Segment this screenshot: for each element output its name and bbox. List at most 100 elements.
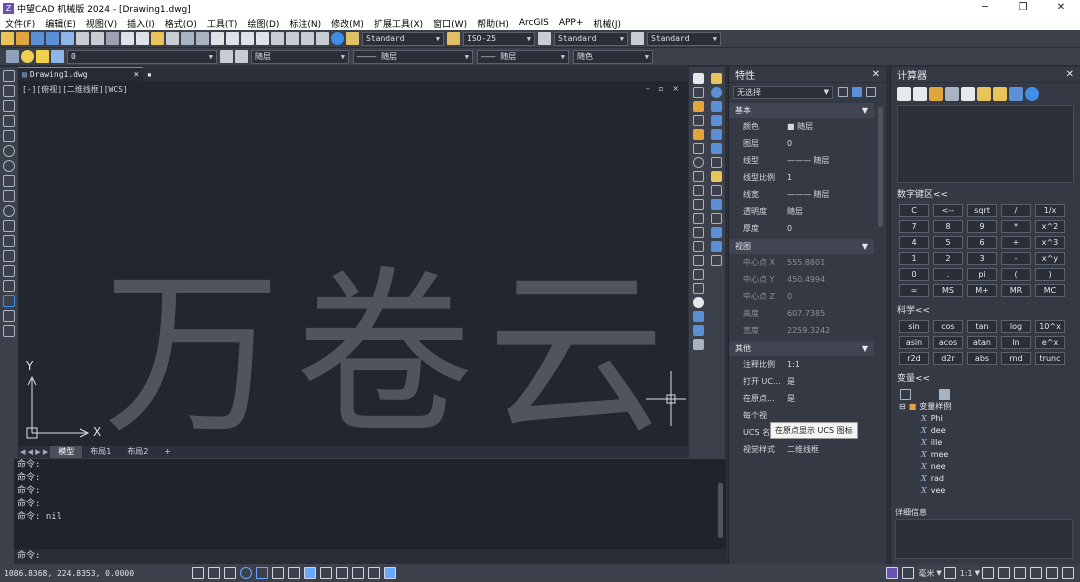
text-style-dropdown[interactable]: Standard ▼ bbox=[362, 31, 444, 46]
selection-cycling-icon[interactable] bbox=[368, 567, 380, 579]
isolate-objects-icon[interactable] bbox=[1014, 567, 1026, 579]
section-view[interactable]: 视图 ▼ bbox=[729, 239, 874, 254]
array-icon[interactable] bbox=[692, 129, 704, 140]
distance-icon[interactable] bbox=[977, 87, 991, 101]
scientific-key[interactable]: r2d bbox=[899, 352, 929, 365]
menu-draw[interactable]: 绘图(D) bbox=[242, 17, 284, 30]
variable-group[interactable]: ⊟ ■ 变量样例 bbox=[899, 400, 1072, 412]
transparency-icon[interactable] bbox=[336, 567, 348, 579]
numpad-key[interactable]: x^y bbox=[1035, 252, 1065, 265]
numpad-key[interactable]: = bbox=[899, 284, 929, 297]
new-variable-icon[interactable] bbox=[900, 388, 911, 400]
tool-palette-icon[interactable] bbox=[301, 32, 314, 45]
numpad-key[interactable]: 9 bbox=[967, 220, 997, 233]
edit-variable-icon[interactable] bbox=[913, 389, 924, 400]
numpad-key[interactable]: / bbox=[1001, 204, 1031, 217]
numpad-key[interactable]: 1 bbox=[899, 252, 929, 265]
multiline-text-icon[interactable] bbox=[3, 325, 15, 337]
menu-format[interactable]: 格式(O) bbox=[160, 17, 202, 30]
scientific-key[interactable]: asin bbox=[899, 336, 929, 349]
angle-icon[interactable] bbox=[993, 87, 1007, 101]
save-as-icon[interactable] bbox=[46, 32, 59, 45]
make-current-layer-icon[interactable] bbox=[235, 50, 248, 63]
add-layout-button[interactable]: + bbox=[156, 446, 179, 458]
prop-transparency[interactable]: 透明度 随层 bbox=[729, 203, 874, 220]
numpad-key[interactable]: + bbox=[1001, 236, 1031, 249]
menu-insert[interactable]: 插入(I) bbox=[122, 17, 160, 30]
layout-nav-arrows[interactable]: ◀ ◀ ▶ ▶ bbox=[20, 448, 48, 456]
scientific-key[interactable]: 10^x bbox=[1035, 320, 1065, 333]
prop-annotation-scale[interactable]: 注释比例 1:1 bbox=[729, 356, 874, 373]
prop-height[interactable]: 高度 607.7385 bbox=[729, 305, 874, 322]
ortho-mode-icon[interactable] bbox=[224, 567, 236, 579]
grid-display-icon[interactable] bbox=[192, 567, 204, 579]
cut-icon[interactable] bbox=[121, 32, 134, 45]
rotate-icon[interactable] bbox=[692, 157, 704, 168]
inquiry-icon[interactable] bbox=[710, 255, 722, 266]
menu-edit[interactable]: 编辑(E) bbox=[40, 17, 81, 30]
copy-icon[interactable] bbox=[136, 32, 149, 45]
layer-on-icon[interactable] bbox=[21, 50, 34, 63]
lock-ui-icon[interactable] bbox=[998, 567, 1010, 579]
multileader-style-dropdown[interactable]: Standard ▼ bbox=[647, 31, 721, 46]
scientific-key[interactable]: sin bbox=[899, 320, 929, 333]
menu-modify[interactable]: 修改(M) bbox=[326, 17, 369, 30]
dim-style-dropdown[interactable]: ISO-25 ▼ bbox=[463, 31, 535, 46]
quick-leader-icon[interactable] bbox=[710, 171, 722, 182]
move-icon[interactable] bbox=[692, 143, 704, 154]
undo-icon[interactable] bbox=[181, 32, 194, 45]
quick-select-icon[interactable] bbox=[866, 87, 876, 97]
layer-previous-icon[interactable] bbox=[220, 50, 233, 63]
linetype-dropdown[interactable]: ———— 随层 ▼ bbox=[353, 49, 473, 64]
clean-screen-icon[interactable] bbox=[1046, 567, 1058, 579]
break-icon[interactable] bbox=[692, 227, 704, 238]
intersection-icon[interactable] bbox=[1009, 87, 1023, 101]
ellipse-icon[interactable] bbox=[3, 205, 15, 217]
sheet-set-icon[interactable] bbox=[61, 32, 74, 45]
print-preview-icon[interactable] bbox=[91, 32, 104, 45]
insert-block-icon[interactable] bbox=[3, 235, 15, 247]
scientific-key[interactable]: acos bbox=[933, 336, 963, 349]
snap-mode-icon[interactable] bbox=[208, 567, 220, 579]
tab-drawing1[interactable]: ▤ Drawing1.dwg × bbox=[18, 67, 144, 81]
numpad-key[interactable]: x^3 bbox=[1035, 236, 1065, 249]
calculator-display[interactable] bbox=[897, 105, 1074, 183]
section-basic[interactable]: 基本 ▼ bbox=[729, 103, 874, 118]
prop-lineweight[interactable]: 线宽 ——— 随层 bbox=[729, 186, 874, 203]
zoom-previous-icon[interactable] bbox=[256, 32, 269, 45]
center-mark-icon[interactable] bbox=[710, 199, 722, 210]
clear-icon[interactable] bbox=[897, 87, 911, 101]
units-label[interactable]: 毫米 bbox=[918, 568, 934, 579]
draworder-icon[interactable] bbox=[692, 339, 704, 350]
layer-lock-icon[interactable] bbox=[51, 50, 64, 63]
dim-linear-icon[interactable] bbox=[710, 73, 722, 84]
menu-help[interactable]: 帮助(H) bbox=[472, 17, 514, 30]
prop-linetype-scale[interactable]: 线型比例 1 bbox=[729, 169, 874, 186]
numpad-key[interactable]: 2 bbox=[933, 252, 963, 265]
numpad-key[interactable]: 1/x bbox=[1035, 204, 1065, 217]
numpad-key[interactable]: sqrt bbox=[967, 204, 997, 217]
tab-model[interactable]: 模型 bbox=[50, 446, 83, 458]
annotation-scale-label[interactable]: 1:1 bbox=[960, 569, 973, 578]
variable-item[interactable]: Xnee bbox=[899, 460, 1072, 472]
scientific-key[interactable]: rnd bbox=[1001, 352, 1031, 365]
make-block-icon[interactable] bbox=[3, 250, 15, 262]
numpad-key[interactable]: 4 bbox=[899, 236, 929, 249]
paste-icon[interactable] bbox=[151, 32, 164, 45]
numpad-key[interactable]: ( bbox=[1001, 268, 1031, 281]
menu-tools[interactable]: 工具(T) bbox=[202, 17, 243, 30]
properties-icon[interactable] bbox=[271, 32, 284, 45]
prop-center-x[interactable]: 中心点 X 555.8801 bbox=[729, 254, 874, 271]
offset-icon[interactable] bbox=[692, 115, 704, 126]
pan-icon[interactable] bbox=[211, 32, 224, 45]
copy-object-icon[interactable] bbox=[692, 87, 704, 98]
dim-aligned-icon[interactable] bbox=[710, 101, 722, 112]
join-icon[interactable] bbox=[692, 241, 704, 252]
dim-update-icon[interactable] bbox=[710, 227, 722, 238]
variable-item[interactable]: X Phi bbox=[899, 412, 1072, 424]
section-misc[interactable]: 其他 ▼ bbox=[729, 341, 874, 356]
menu-extended-tools[interactable]: 扩展工具(X) bbox=[369, 17, 428, 30]
help-icon[interactable] bbox=[331, 32, 344, 45]
plot-style-dropdown[interactable]: 随色 ▼ bbox=[573, 49, 653, 64]
menu-arcgis[interactable]: ArcGIS bbox=[514, 18, 554, 28]
